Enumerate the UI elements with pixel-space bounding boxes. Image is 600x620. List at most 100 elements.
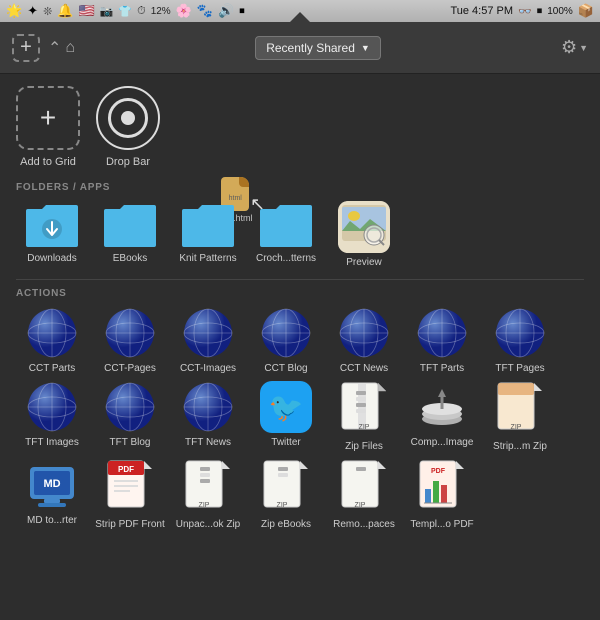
knit-patterns-item[interactable]: Knit Patterns bbox=[172, 201, 244, 269]
svg-text:ZIP: ZIP bbox=[511, 424, 522, 431]
crochet-patterns-label: Croch...tterns bbox=[256, 253, 316, 265]
preview-app-icon bbox=[338, 201, 390, 253]
tft-news-item[interactable]: TFT News bbox=[172, 381, 244, 453]
cct-blog-label: CCT Blog bbox=[264, 363, 307, 375]
knit-patterns-folder-icon bbox=[180, 201, 236, 249]
panel-arrow bbox=[290, 12, 310, 22]
drop-bar-box[interactable] bbox=[96, 86, 160, 150]
crochet-patterns-folder-icon bbox=[258, 201, 314, 249]
ebooks-item[interactable]: EBooks bbox=[94, 201, 166, 269]
tft-parts-label: TFT Parts bbox=[420, 363, 464, 375]
templ-pdf-icon: PDF bbox=[418, 459, 466, 515]
unpack-zip-label: Unpac...ok Zip bbox=[176, 519, 240, 531]
md-converter-label: MD to...rter bbox=[27, 515, 77, 527]
strip-zip-icon: ZIP bbox=[496, 381, 544, 437]
plus-icon: + bbox=[20, 36, 32, 59]
downloads-label: Downloads bbox=[27, 253, 76, 265]
actions-grid: CCT Parts CCT-Pages bbox=[16, 307, 584, 531]
tft-blog-globe-icon bbox=[104, 381, 156, 433]
up-icon[interactable]: ⌃ bbox=[48, 38, 61, 58]
tft-news-label: TFT News bbox=[185, 437, 231, 449]
action-bar: + Add to Grid Drop Bar bbox=[16, 86, 584, 168]
tft-images-globe-icon bbox=[26, 381, 78, 433]
zip-ebooks-item[interactable]: ZIP Zip eBooks bbox=[250, 459, 322, 531]
strip-pdf-item[interactable]: PDF Strip PDF Front bbox=[94, 459, 166, 531]
zip-ebooks-label: Zip eBooks bbox=[261, 519, 311, 531]
downloads-item[interactable]: Downloads bbox=[16, 201, 88, 269]
target-inner bbox=[121, 111, 135, 125]
menubar-time: Tue 4:57 PM bbox=[450, 5, 513, 17]
add-button[interactable]: + bbox=[12, 34, 40, 62]
add-to-grid-box[interactable]: + bbox=[16, 86, 80, 150]
templ-pdf-label: Templ...o PDF bbox=[410, 519, 473, 531]
tft-images-item[interactable]: TFT Images bbox=[16, 381, 88, 453]
twitter-app-icon: 🐦 bbox=[260, 381, 312, 433]
preview-item[interactable]: Preview bbox=[328, 201, 400, 269]
toolbar-left: + ⌃ ⌂ bbox=[12, 34, 75, 62]
zip-ebooks-icon: ZIP bbox=[262, 459, 310, 515]
menubar-left: 🌟 ✦ ❊ 🔔 🇺🇸 📷 👕 ⏱ 12% 🌸 🐾 🔊 ⏹ bbox=[6, 3, 245, 19]
drop-bar-item[interactable]: Drop Bar bbox=[96, 86, 160, 168]
cct-parts-item[interactable]: CCT Parts bbox=[16, 307, 88, 375]
add-to-grid-item[interactable]: + Add to Grid bbox=[16, 86, 80, 168]
remo-spaces-item[interactable]: ZIP Remo...paces bbox=[328, 459, 400, 531]
dropdown-label: Recently Shared bbox=[266, 41, 355, 55]
cct-parts-label: CCT Parts bbox=[29, 363, 76, 375]
svg-text:PDF: PDF bbox=[118, 465, 134, 474]
unpack-zip-item[interactable]: ZIP Unpac...ok Zip bbox=[172, 459, 244, 531]
downloads-folder-icon bbox=[24, 201, 80, 249]
twitter-label: Twitter bbox=[271, 437, 300, 449]
target-icon bbox=[108, 98, 148, 138]
strip-pdf-icon: PDF bbox=[106, 459, 154, 515]
gear-button[interactable]: ⚙ ▼ bbox=[561, 37, 588, 58]
cct-blog-globe-icon bbox=[260, 307, 312, 359]
cct-news-item[interactable]: CCT News bbox=[328, 307, 400, 375]
cct-pages-globe-icon bbox=[104, 307, 156, 359]
tft-pages-globe-icon bbox=[494, 307, 546, 359]
nav-icons: ⌃ ⌂ bbox=[48, 38, 75, 58]
cct-news-globe-icon bbox=[338, 307, 390, 359]
toolbar: + ⌃ ⌂ Recently Shared ▼ ⚙ ▼ bbox=[0, 22, 600, 74]
zip-files-label: Zip Files bbox=[345, 441, 383, 453]
cct-news-label: CCT News bbox=[340, 363, 388, 375]
drop-bar-label: Drop Bar bbox=[106, 156, 150, 168]
comp-image-item[interactable]: Comp...Image bbox=[406, 381, 478, 453]
twitter-bird-icon: 🐦 bbox=[269, 391, 304, 424]
tft-pages-label: TFT Pages bbox=[495, 363, 544, 375]
strip-pdf-label: Strip PDF Front bbox=[95, 519, 164, 531]
strip-zip-item[interactable]: ZIP Strip...m Zip bbox=[484, 381, 556, 453]
twitter-item[interactable]: 🐦 Twitter bbox=[250, 381, 322, 453]
svg-text:ZIP: ZIP bbox=[277, 502, 288, 509]
tft-parts-globe-icon bbox=[416, 307, 468, 359]
svg-text:ZIP: ZIP bbox=[199, 502, 210, 509]
folders-grid: Downloads EBooks Knit Patterns bbox=[16, 201, 584, 269]
ebooks-folder-icon bbox=[102, 201, 158, 249]
recently-shared-dropdown[interactable]: Recently Shared ▼ bbox=[255, 36, 381, 60]
ebooks-label: EBooks bbox=[113, 253, 147, 265]
cct-pages-item[interactable]: CCT-Pages bbox=[94, 307, 166, 375]
tft-parts-item[interactable]: TFT Parts bbox=[406, 307, 478, 375]
add-to-grid-label: Add to Grid bbox=[20, 156, 76, 168]
zip-files-item[interactable]: ZIP Zip Files bbox=[328, 381, 400, 453]
md-converter-icon: MD bbox=[26, 459, 78, 511]
md-converter-item[interactable]: MD MD to...rter bbox=[16, 459, 88, 531]
gear-icon: ⚙ bbox=[561, 37, 577, 58]
cct-images-item[interactable]: CCT-Images bbox=[172, 307, 244, 375]
tft-blog-item[interactable]: TFT Blog bbox=[94, 381, 166, 453]
zip-files-icon: ZIP bbox=[340, 381, 388, 437]
wifi-label: 12% bbox=[151, 6, 171, 17]
panel: + ⌃ ⌂ Recently Shared ▼ ⚙ ▼ + Add to Gri… bbox=[0, 22, 600, 620]
menubar-battery: 100% bbox=[547, 6, 573, 17]
crochet-patterns-item[interactable]: Croch...tterns bbox=[250, 201, 322, 269]
svg-text:MD: MD bbox=[43, 478, 60, 490]
svg-text:ZIP: ZIP bbox=[355, 502, 366, 509]
home-icon[interactable]: ⌂ bbox=[65, 39, 75, 57]
cct-blog-item[interactable]: CCT Blog bbox=[250, 307, 322, 375]
templ-pdf-item[interactable]: PDF Templ...o PDF bbox=[406, 459, 478, 531]
knit-patterns-label: Knit Patterns bbox=[179, 253, 236, 265]
tft-pages-item[interactable]: TFT Pages bbox=[484, 307, 556, 375]
comp-image-icon bbox=[416, 381, 468, 433]
actions-section-label: ACTIONS bbox=[16, 288, 584, 299]
svg-text:ZIP: ZIP bbox=[359, 424, 370, 431]
cct-parts-globe-icon bbox=[26, 307, 78, 359]
